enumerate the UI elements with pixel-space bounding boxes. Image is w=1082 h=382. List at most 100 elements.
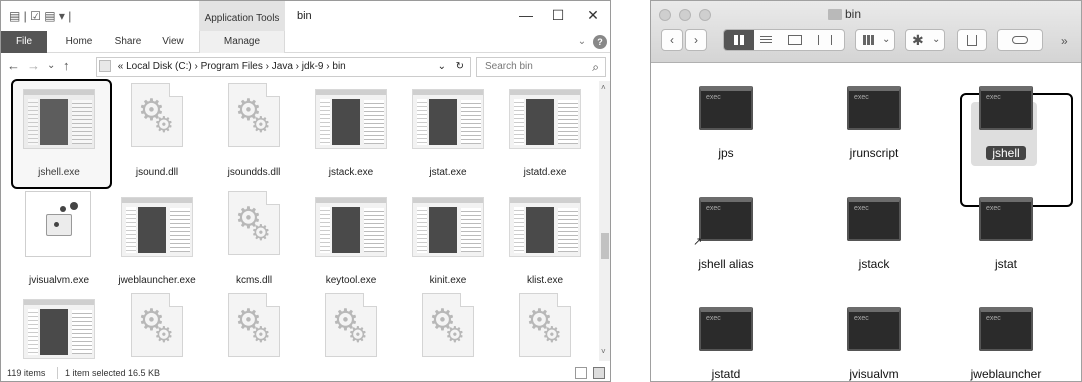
quick-access-toolbar[interactable]: ▤ | ☑ ▤ ▾ | xyxy=(9,9,71,23)
file-item[interactable]: jstatd.exe xyxy=(499,81,591,185)
file-item[interactable]: jstat.exe xyxy=(402,81,494,185)
file-item[interactable]: ⚙ ⚙ xyxy=(111,291,203,361)
file-item[interactable]: jvisualvm.exe xyxy=(13,189,105,293)
file-item[interactable]: ⚙ ⚙ jsound.dll xyxy=(111,81,203,185)
file-item[interactable]: ⚙ ⚙ xyxy=(499,291,591,361)
arrange-button[interactable]: ⌄ xyxy=(855,29,895,51)
file-item[interactable]: jweblauncher.exe xyxy=(111,189,203,293)
address-overflow[interactable]: « xyxy=(118,61,124,72)
search-icon[interactable]: ⌕ xyxy=(592,58,599,76)
terminal-exec-icon: exec xyxy=(979,307,1033,351)
address-dropdown-icon[interactable]: ⌄ xyxy=(438,58,446,76)
finder-item[interactable]: exec jweblauncher xyxy=(946,307,1066,381)
finder-item[interactable]: exec jstack xyxy=(814,197,934,277)
column-view-icon[interactable] xyxy=(788,35,802,45)
vertical-scrollbar[interactable]: ˄ ˅ xyxy=(599,81,610,361)
view-mode-group xyxy=(723,29,845,51)
exec-label: exec xyxy=(706,205,721,212)
crumb-local-disk[interactable]: Local Disk (C:) xyxy=(126,61,192,72)
selection-info: 1 item selected 16.5 KB xyxy=(65,368,161,378)
file-item[interactable]: ⚙ ⚙ xyxy=(305,291,397,361)
file-item[interactable]: kinit.exe xyxy=(402,189,494,293)
tab-share[interactable]: Share xyxy=(108,31,148,53)
finder-item[interactable]: exec jstatd xyxy=(666,307,786,381)
crumb-jdk-9[interactable]: jdk-9 xyxy=(302,61,324,72)
dll-file-icon: ⚙ ⚙ xyxy=(519,293,571,357)
crumb-program-files[interactable]: Program Files xyxy=(201,61,263,72)
zoom-traffic-light[interactable] xyxy=(699,9,711,21)
exe-file-icon xyxy=(121,197,193,257)
tab-home[interactable]: Home xyxy=(59,31,99,53)
list-view-icon[interactable] xyxy=(760,36,772,44)
file-item[interactable]: jstack.exe xyxy=(305,81,397,185)
address-field[interactable]: « Local Disk (C:) › Program Files › Java… xyxy=(96,57,471,77)
finder-item[interactable]: exec jvisualvm xyxy=(814,307,934,381)
exe-file-icon xyxy=(412,197,484,257)
close-traffic-light[interactable] xyxy=(659,9,671,21)
folder-icon xyxy=(99,60,111,73)
cover-flow-icon[interactable] xyxy=(818,35,832,45)
application-tools-label: Application Tools xyxy=(199,1,285,31)
exec-label: exec xyxy=(854,94,869,101)
up-arrow-icon[interactable]: ↑ xyxy=(63,58,70,73)
finder-item[interactable]: exec jstat xyxy=(946,197,1066,277)
tab-file[interactable]: File xyxy=(1,31,47,53)
finder-item-name: jstatd xyxy=(711,367,741,381)
file-item[interactable] xyxy=(13,291,105,361)
share-button[interactable] xyxy=(957,29,987,51)
toolbar-overflow-icon[interactable]: » xyxy=(1061,34,1068,48)
file-item[interactable]: ⚙ ⚙ xyxy=(402,291,494,361)
gear-icon: ⚙ xyxy=(445,322,465,347)
file-item[interactable]: ⚙ ⚙ kcms.dll xyxy=(208,189,300,293)
exe-file-icon xyxy=(412,89,484,149)
tab-view[interactable]: View xyxy=(153,31,193,53)
gear-icon: ⚙ xyxy=(542,322,562,347)
action-button[interactable]: ✱ ⌄ xyxy=(905,29,945,51)
large-icons-view-icon[interactable] xyxy=(593,367,605,379)
minimize-traffic-light[interactable] xyxy=(679,9,691,21)
file-name: jsound.dll xyxy=(135,167,179,178)
exe-file-icon xyxy=(509,89,581,149)
exec-label: exec xyxy=(706,315,721,322)
terminal-exec-icon: exec xyxy=(979,86,1033,130)
details-view-icon[interactable] xyxy=(575,367,587,379)
back-button[interactable]: ‹ xyxy=(661,29,683,51)
scroll-up-icon[interactable]: ˄ xyxy=(601,83,606,92)
scroll-down-icon[interactable]: ˅ xyxy=(601,347,606,356)
help-icon[interactable]: ? xyxy=(593,35,607,49)
forward-arrow-icon[interactable]: → xyxy=(27,58,40,73)
close-button[interactable]: ✕ xyxy=(581,5,605,25)
exec-label: exec xyxy=(706,94,721,101)
minimize-button[interactable]: — xyxy=(514,5,538,25)
file-item[interactable]: klist.exe xyxy=(499,189,591,293)
refresh-icon[interactable]: ↻ xyxy=(456,58,464,76)
finder-item-name: jps xyxy=(718,146,734,160)
recent-locations-icon[interactable]: ⌄ xyxy=(47,60,55,71)
grid-icon xyxy=(734,35,744,45)
file-item[interactable]: ⚙ ⚙ xyxy=(208,291,300,361)
selected-item-highlight xyxy=(11,79,112,189)
scrollbar-thumb[interactable] xyxy=(601,233,609,259)
search-input[interactable]: Search bin ⌕ xyxy=(476,57,606,77)
back-arrow-icon[interactable]: ← xyxy=(7,58,20,73)
forward-button[interactable]: › xyxy=(685,29,707,51)
crumb-sep: › xyxy=(295,61,300,72)
tags-button[interactable] xyxy=(997,29,1043,51)
terminal-exec-icon: exec xyxy=(979,197,1033,241)
ribbon-expand-icon[interactable]: ⌄ xyxy=(575,31,589,53)
finder-item[interactable]: exec jps xyxy=(666,86,786,166)
finder-item[interactable]: exec ↗ jshell alias xyxy=(666,197,786,277)
file-name: klist.exe xyxy=(526,275,564,286)
chevron-down-icon: ⌄ xyxy=(882,34,891,45)
finder-item[interactable]: exec jrunscript xyxy=(814,86,934,166)
maximize-button[interactable]: ☐ xyxy=(546,5,570,25)
finder-item[interactable]: exec jshell xyxy=(946,86,1066,166)
file-item[interactable]: ⚙ ⚙ jsoundds.dll xyxy=(208,81,300,185)
crumb-bin[interactable]: bin xyxy=(332,61,345,72)
crumb-sep: › xyxy=(194,61,198,72)
finder-toolbar: bin ‹ › ⌄ ✱ ⌄ » xyxy=(651,1,1081,63)
file-item[interactable]: keytool.exe xyxy=(305,189,397,293)
tab-manage[interactable]: Manage xyxy=(199,31,285,53)
crumb-java[interactable]: Java xyxy=(272,61,293,72)
exec-label: exec xyxy=(854,315,869,322)
